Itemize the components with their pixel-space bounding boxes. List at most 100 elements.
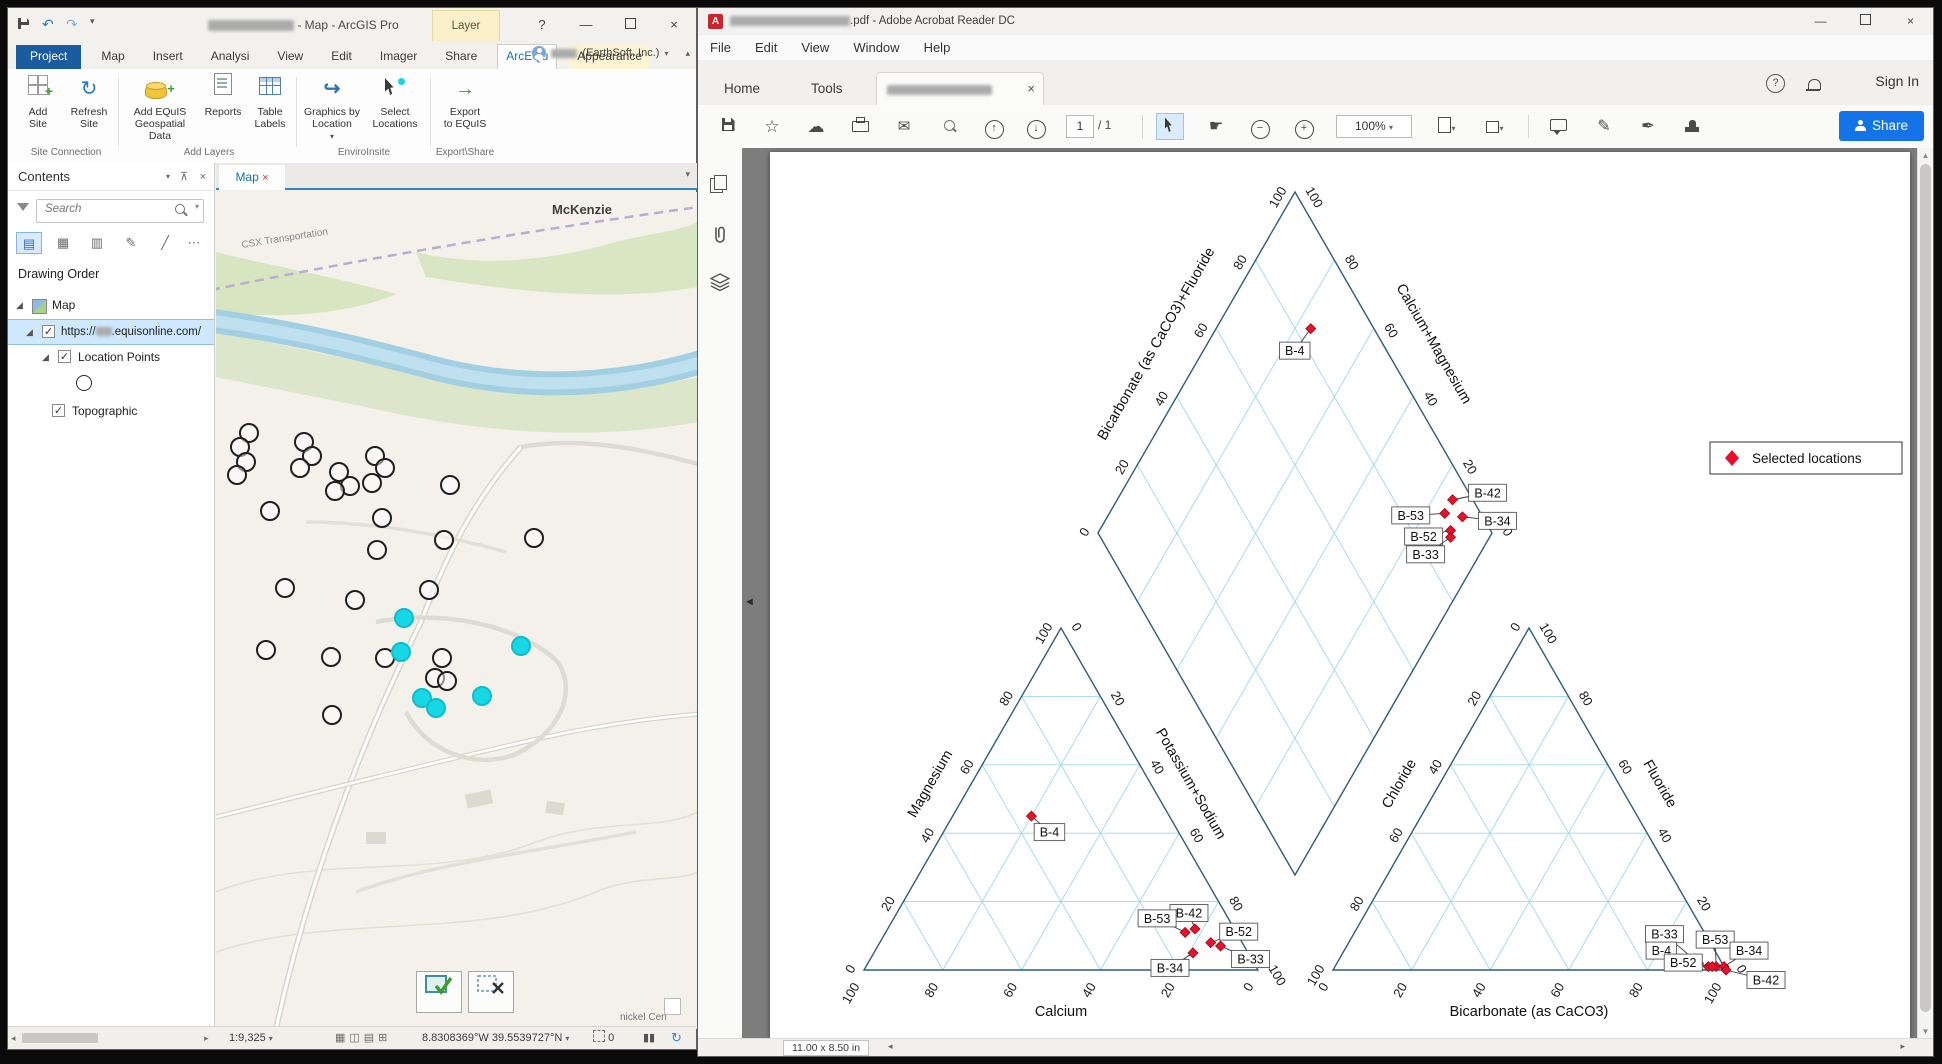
scroll-down-icon[interactable]: ▼ xyxy=(1918,1024,1933,1039)
location-point[interactable] xyxy=(290,458,310,478)
redo-icon[interactable]: ↷ xyxy=(66,16,78,33)
maximize-button[interactable] xyxy=(608,8,652,41)
sign-in-link[interactable]: Sign In xyxy=(1875,73,1919,89)
close-document-icon[interactable]: × xyxy=(1027,73,1035,104)
location-point[interactable] xyxy=(345,590,365,610)
pause-drawing-icon[interactable]: ▮▮ xyxy=(643,1027,655,1049)
zoom-in-icon[interactable]: + xyxy=(1290,113,1318,140)
export-to-equis-button[interactable]: → Export to EQuIS xyxy=(436,73,494,143)
share-button[interactable]: Share xyxy=(1839,111,1924,141)
email-icon[interactable]: ✉ xyxy=(890,113,918,140)
close-view-icon[interactable]: × xyxy=(262,172,268,184)
refresh-map-icon[interactable]: ↻ xyxy=(671,1027,682,1049)
location-point[interactable] xyxy=(372,508,392,528)
search-box[interactable]: ▾ xyxy=(36,199,204,223)
menu-file[interactable]: File xyxy=(710,40,731,55)
expand-caret-icon[interactable]: ◢ xyxy=(42,345,49,369)
hscroll-right-icon[interactable]: ▸ xyxy=(1900,1041,1905,1052)
location-point[interactable] xyxy=(432,648,452,668)
minimize-button[interactable]: — xyxy=(564,8,608,41)
select-locations-button[interactable]: Select Locations xyxy=(366,73,424,143)
collapse-pane-icon[interactable]: ◄ xyxy=(744,596,755,608)
location-point[interactable] xyxy=(325,481,345,501)
hand-tool-icon[interactable]: ☛ xyxy=(1202,113,1230,140)
statusbar-view-icons[interactable]: ▦◫▤⊞ xyxy=(335,1027,391,1049)
list-by-selection-icon[interactable]: ▥ xyxy=(84,232,110,254)
tab-share[interactable]: Share xyxy=(437,45,485,69)
page-thumbnails-icon[interactable] xyxy=(710,178,730,198)
topographic-basemap[interactable]: McKenzie CSX Transportation nickel Cen xyxy=(216,192,698,1029)
location-point[interactable] xyxy=(434,530,454,550)
zoom-out-icon[interactable]: − xyxy=(1246,113,1274,140)
layer-checkbox[interactable]: ✓ xyxy=(58,350,71,363)
location-point[interactable] xyxy=(367,540,387,560)
list-by-data-source-icon[interactable]: ▦ xyxy=(50,232,76,254)
location-point[interactable] xyxy=(275,578,295,598)
attachments-icon[interactable] xyxy=(710,225,730,245)
location-point[interactable] xyxy=(440,475,460,495)
scroll-left-icon[interactable]: ◂ xyxy=(11,1027,16,1049)
save-icon[interactable] xyxy=(18,16,29,32)
tab-view[interactable]: View xyxy=(269,45,311,69)
add-site-button[interactable]: + Add Site xyxy=(16,73,60,143)
pin-panel-icon[interactable]: ⊼ xyxy=(180,163,188,191)
location-point[interactable] xyxy=(227,465,247,485)
layer-checkbox[interactable]: ✓ xyxy=(42,325,55,338)
vertical-scrollbar[interactable]: ▲ ▼ xyxy=(1917,148,1933,1039)
map-view-tab[interactable]: Map × xyxy=(219,165,285,190)
location-point[interactable] xyxy=(362,473,382,493)
location-point-selected[interactable] xyxy=(426,698,446,718)
contents-hscroll-thumb[interactable] xyxy=(22,1033,98,1043)
document-area[interactable]: ◄ 02040608010002040608010010080604020010… xyxy=(742,148,1918,1039)
collapse-ribbon-icon[interactable]: ▴ xyxy=(685,48,690,59)
list-by-drawing-order-icon[interactable]: ▤ xyxy=(16,232,42,254)
more-options-icon[interactable]: ⋯ xyxy=(186,232,202,254)
tab-document[interactable]: × xyxy=(876,72,1044,105)
filter-icon[interactable] xyxy=(17,203,29,211)
menu-view[interactable]: View xyxy=(801,40,829,55)
tab-home[interactable]: Home xyxy=(706,73,778,105)
location-point-selected[interactable] xyxy=(394,608,414,628)
tab-insert[interactable]: Insert xyxy=(145,45,191,69)
close-panel-icon[interactable]: × xyxy=(200,163,206,191)
map-canvas[interactable]: McKenzie CSX Transportation nickel Cen xyxy=(216,192,698,1029)
layers-icon[interactable] xyxy=(710,273,730,293)
location-point[interactable] xyxy=(322,705,342,725)
map-coordinates[interactable]: 8.8308369°W 39.5539727°N ▾ xyxy=(422,1027,569,1050)
comment-tool-icon[interactable] xyxy=(1544,113,1572,140)
search-input[interactable] xyxy=(43,202,163,216)
expand-caret-icon[interactable]: ◢ xyxy=(16,293,23,317)
panel-caret-icon[interactable]: ▾ xyxy=(166,163,170,191)
account-info[interactable]: (EarthSoft, Inc.) ▾ ▴ xyxy=(532,46,690,60)
tree-item-equis-service-layer[interactable]: ◢ ✓ https://.equisonline.com/ xyxy=(8,319,214,345)
reports-button[interactable]: Reports xyxy=(200,73,246,143)
menu-help[interactable]: Help xyxy=(924,40,951,55)
tab-imagery[interactable]: Imager xyxy=(372,45,425,69)
location-point[interactable] xyxy=(256,640,276,660)
tree-item-topographic[interactable]: ✓ Topographic xyxy=(8,399,214,423)
scroll-right-icon[interactable]: ▸ xyxy=(204,1027,209,1049)
fill-sign-tool-icon[interactable]: ✒ xyxy=(1634,113,1662,140)
refresh-site-button[interactable]: ↻ Refresh Site xyxy=(64,73,114,143)
tab-analysis[interactable]: Analysi xyxy=(203,45,258,69)
table-labels-button[interactable]: Table Labels xyxy=(248,73,292,143)
page-display-dropdown[interactable]: ▾ xyxy=(1430,113,1464,140)
layer-checkbox[interactable]: ✓ xyxy=(52,404,65,417)
location-point[interactable] xyxy=(260,501,280,521)
add-equis-geospatial-data-button[interactable]: + Add EQuIS Geospatial Data xyxy=(124,73,196,143)
list-by-editing-icon[interactable]: ✎ xyxy=(118,232,144,254)
close-button[interactable]: × xyxy=(1888,8,1933,35)
clear-selection-tool[interactable] xyxy=(468,971,514,1013)
next-page-icon[interactable]: ↓ xyxy=(1022,113,1050,140)
point-symbol-swatch[interactable] xyxy=(76,375,92,391)
select-by-rectangle-tool[interactable] xyxy=(416,971,462,1013)
page-number-input[interactable]: 1 xyxy=(1066,115,1094,138)
tree-item-map[interactable]: ◢ Map xyxy=(8,293,214,317)
location-point[interactable] xyxy=(524,528,544,548)
location-point[interactable] xyxy=(419,580,439,600)
tab-edit[interactable]: Edit xyxy=(323,45,360,69)
maximize-button[interactable] xyxy=(1843,8,1888,35)
minimize-button[interactable]: — xyxy=(1798,8,1843,35)
list-by-labeling-icon[interactable]: ╱ xyxy=(152,232,178,254)
find-icon[interactable] xyxy=(935,113,963,140)
